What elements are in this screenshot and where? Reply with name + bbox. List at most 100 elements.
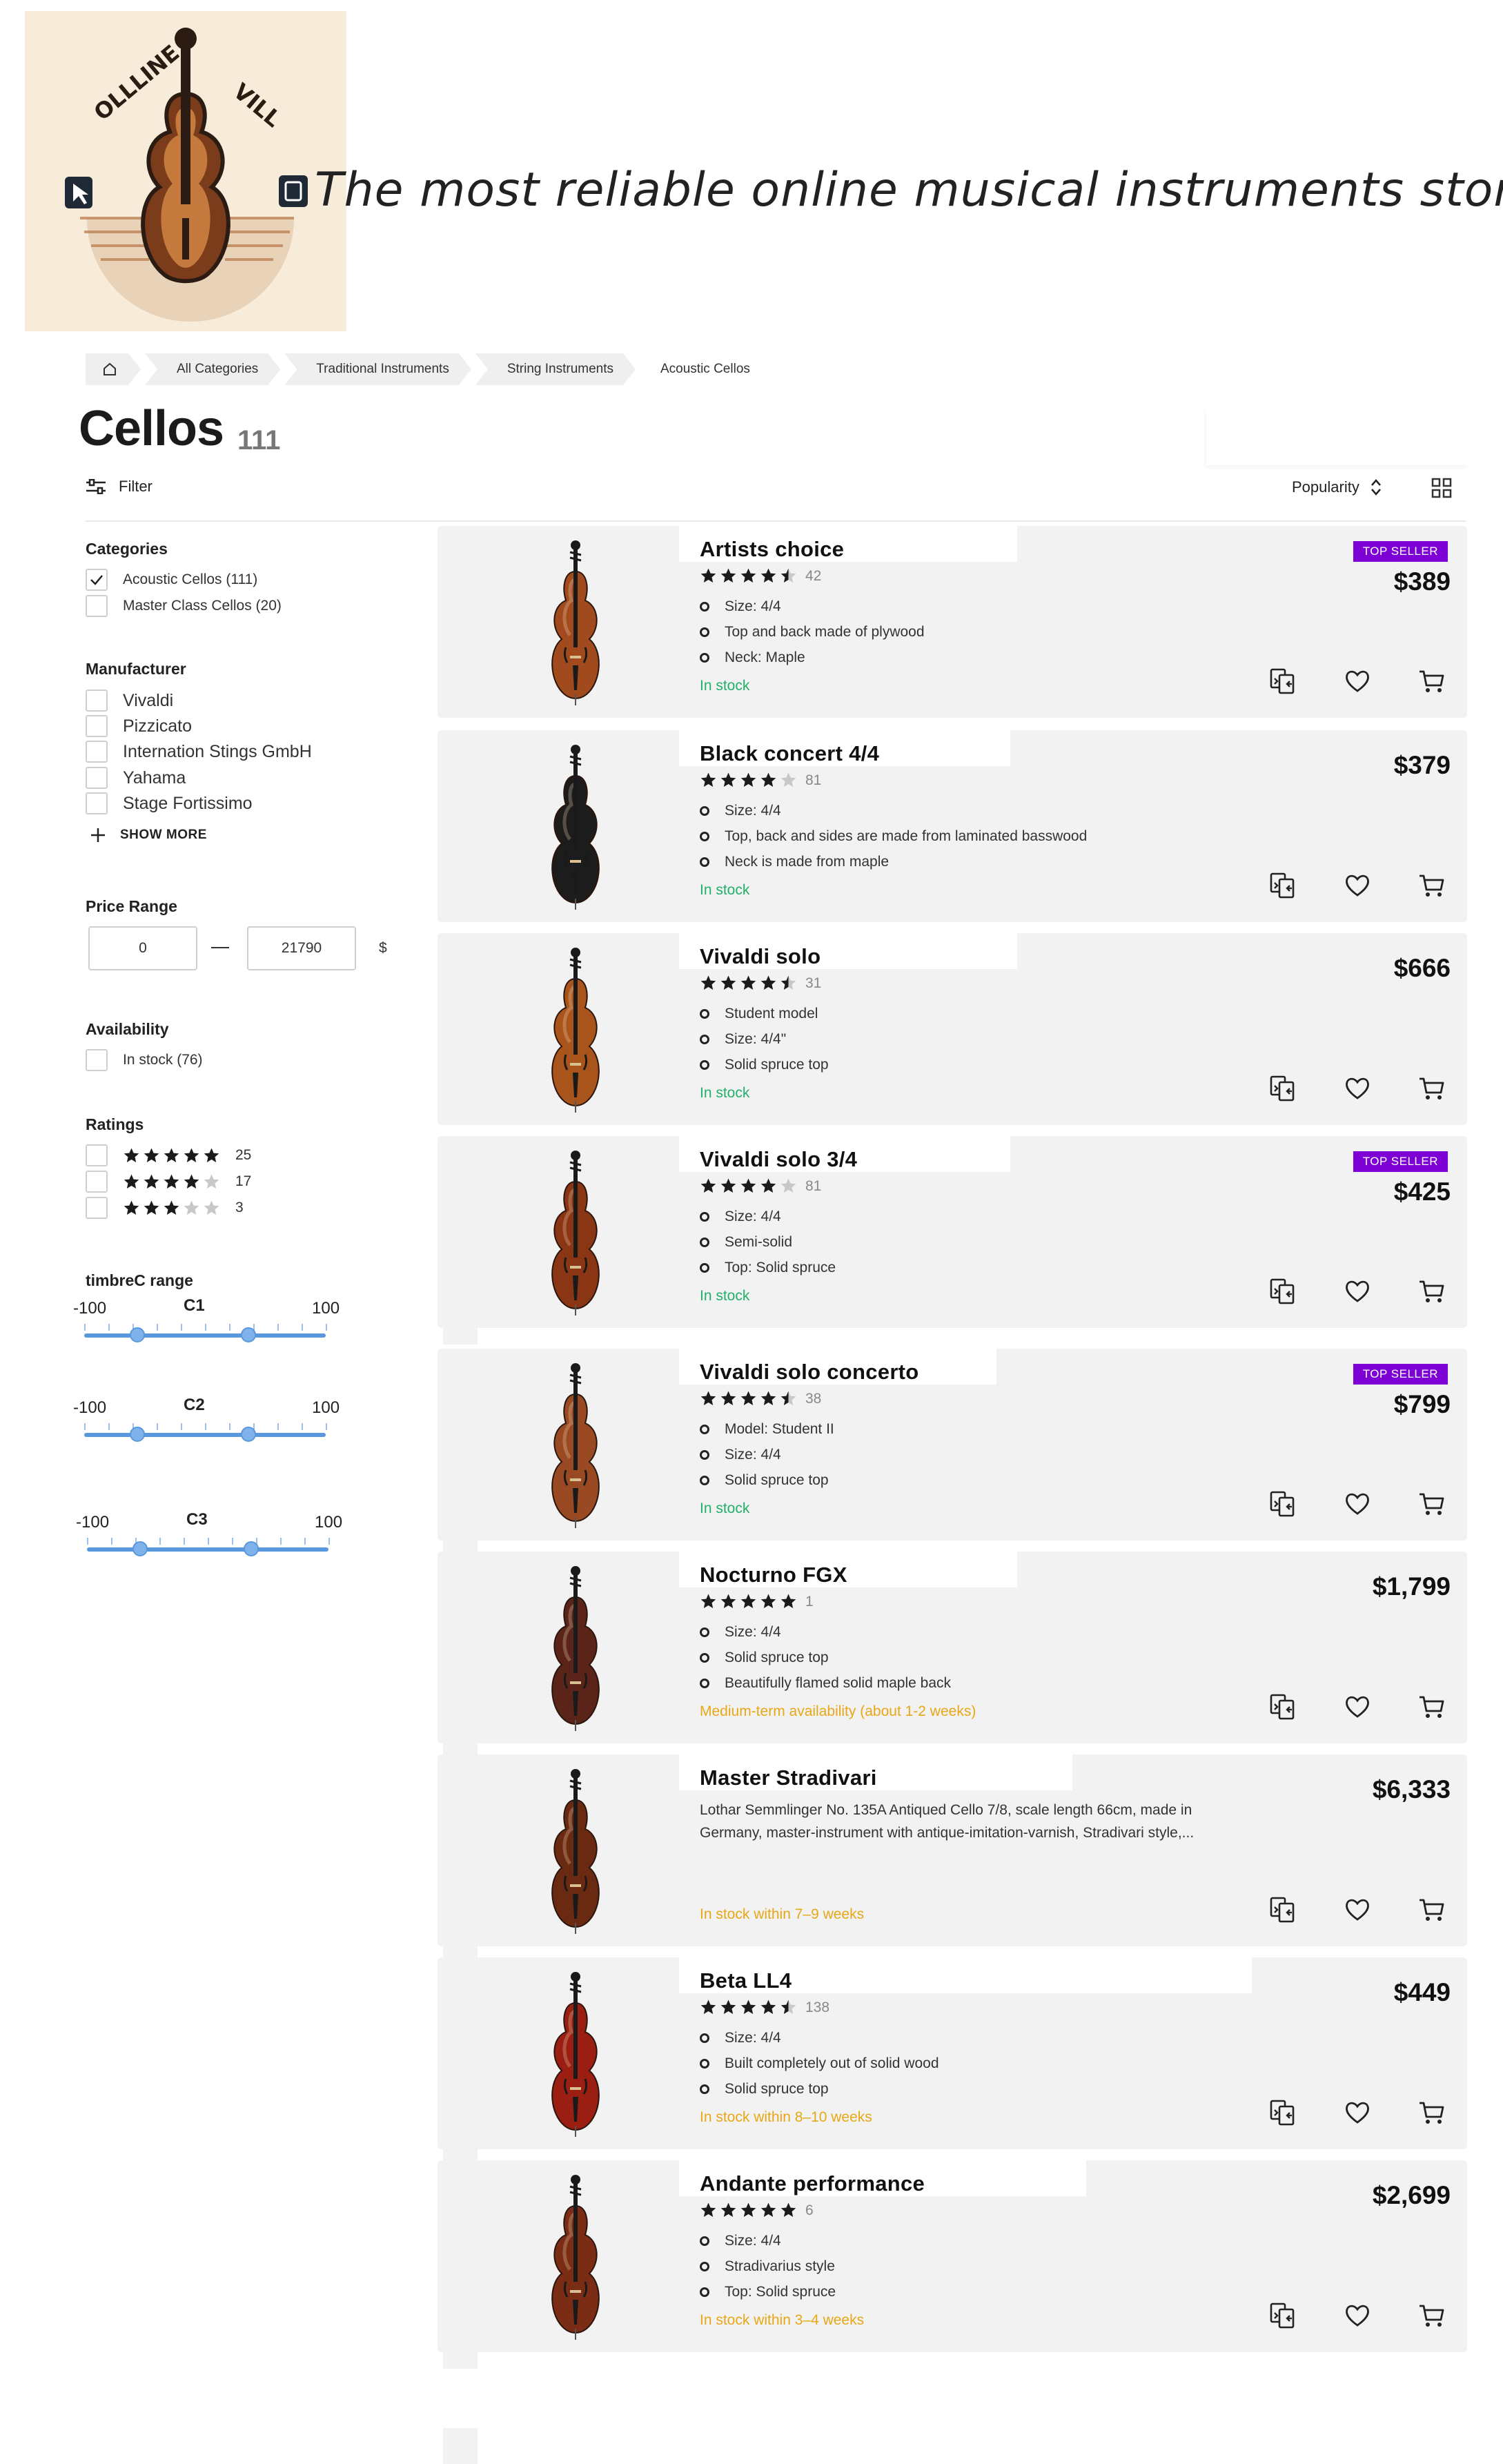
checkbox[interactable]: [86, 690, 108, 712]
product-image[interactable]: [520, 2171, 631, 2341]
product-card[interactable]: Andante performance 6 Size: 4/4 Stradivariu…: [438, 2156, 1467, 2352]
checkbox[interactable]: [86, 1171, 108, 1193]
product-card[interactable]: Artists choice 42 Size: 4/4 Top and back ma…: [438, 522, 1467, 718]
add-to-cart-button[interactable]: [1417, 1074, 1446, 1103]
product-name[interactable]: Andante performance: [700, 2171, 925, 2196]
timbre-slider-c1[interactable]: -100 C1 100: [73, 1296, 340, 1361]
wishlist-button[interactable]: [1343, 2301, 1372, 2330]
availability-option-in-stock[interactable]: In stock (76): [86, 1049, 203, 1071]
product-card[interactable]: Master Stradivari Lothar Semmlinger No. 1…: [438, 1750, 1467, 1946]
checkbox[interactable]: [86, 767, 108, 789]
product-card[interactable]: Vivaldi solo concerto 38 Model: Student II…: [438, 1345, 1467, 1541]
product-name[interactable]: Vivaldi solo 3/4: [700, 1147, 857, 1172]
product-name[interactable]: Vivaldi solo concerto: [700, 1360, 919, 1385]
slider-thumb-high[interactable]: [244, 1541, 259, 1556]
price-max-input[interactable]: 21790: [247, 926, 356, 970]
product-name[interactable]: Black concert 4/4: [700, 741, 879, 766]
slider-thumb-low[interactable]: [130, 1327, 145, 1342]
add-to-cart-button[interactable]: [1417, 667, 1446, 696]
compare-button[interactable]: [1268, 667, 1297, 696]
slider-track[interactable]: [84, 1333, 326, 1338]
add-to-cart-button[interactable]: [1417, 2098, 1446, 2127]
wishlist-button[interactable]: [1343, 871, 1372, 900]
rating-filter-5-stars[interactable]: 25: [86, 1144, 251, 1166]
checkbox[interactable]: [86, 1197, 108, 1219]
category-option-acoustic-cellos[interactable]: Acoustic Cellos (111): [86, 569, 257, 591]
product-name[interactable]: Vivaldi solo: [700, 944, 821, 969]
wishlist-button[interactable]: [1343, 1489, 1372, 1518]
rating-filter-3-stars[interactable]: 3: [86, 1197, 244, 1219]
product-card[interactable]: Vivaldi solo 3/4 81 Size: 4/4 Semi-solid Top…: [438, 1132, 1467, 1328]
top-seller-badge: TOP SELLER: [1353, 1364, 1448, 1385]
wishlist-button[interactable]: [1343, 2098, 1372, 2127]
compare-button[interactable]: [1268, 1489, 1297, 1518]
product-card[interactable]: Black concert 4/4 81 Size: 4/4 Top, back an…: [438, 726, 1467, 922]
timbre-slider-c2[interactable]: -100 C2 100: [73, 1396, 340, 1460]
compare-button[interactable]: [1268, 1692, 1297, 1721]
wishlist-button[interactable]: [1343, 1277, 1372, 1306]
product-image[interactable]: [520, 741, 631, 911]
compare-button[interactable]: [1268, 1074, 1297, 1103]
add-to-cart-button[interactable]: [1417, 2301, 1446, 2330]
product-name[interactable]: Master Stradivari: [700, 1766, 877, 1790]
slider-track[interactable]: [87, 1547, 328, 1552]
compare-button[interactable]: [1268, 871, 1297, 900]
price-min-input[interactable]: 0: [88, 926, 197, 970]
wishlist-button[interactable]: [1343, 1895, 1372, 1924]
show-more-button[interactable]: SHOW MORE: [90, 827, 207, 843]
slider-thumb-low[interactable]: [130, 1427, 145, 1442]
manufacturer-option-yahama[interactable]: Yahama: [86, 767, 186, 789]
product-image[interactable]: [520, 944, 631, 1114]
slider-thumb-high[interactable]: [241, 1427, 256, 1442]
slider-thumb-high[interactable]: [241, 1327, 256, 1342]
product-image[interactable]: [520, 537, 631, 707]
compare-button[interactable]: [1268, 1277, 1297, 1306]
add-to-cart-button[interactable]: [1417, 1895, 1446, 1924]
breadcrumb-home[interactable]: [86, 353, 141, 385]
checkbox[interactable]: [86, 741, 108, 763]
breadcrumb-traditional-instruments[interactable]: Traditional Instruments: [284, 353, 471, 385]
product-image[interactable]: [520, 1360, 631, 1529]
product-card[interactable]: Nocturno FGX 1 Size: 4/4 Solid spruce top Be…: [438, 1547, 1467, 1743]
checkbox[interactable]: [86, 595, 108, 617]
product-image[interactable]: [520, 1147, 631, 1317]
category-option-master-class[interactable]: Master Class Cellos (20): [86, 595, 282, 617]
compare-button[interactable]: [1268, 2301, 1297, 2330]
checkbox[interactable]: [86, 1049, 108, 1071]
product-name[interactable]: Beta LL4: [700, 1968, 792, 1993]
product-name[interactable]: Artists choice: [700, 537, 844, 562]
product-name[interactable]: Nocturno FGX: [700, 1563, 847, 1587]
checkbox-checked[interactable]: [86, 569, 108, 591]
compare-button[interactable]: [1268, 1895, 1297, 1924]
rating-filter-4-stars[interactable]: 17: [86, 1171, 251, 1193]
product-card[interactable]: Vivaldi solo 31 Student model Size: 4/4" Sol…: [438, 929, 1467, 1125]
manufacturer-option-vivaldi[interactable]: Vivaldi: [86, 690, 173, 712]
product-image[interactable]: [520, 1766, 631, 1935]
add-to-cart-button[interactable]: [1417, 871, 1446, 900]
manufacturer-option-stage-fortissimo[interactable]: Stage Fortissimo: [86, 792, 253, 814]
add-to-cart-button[interactable]: [1417, 1277, 1446, 1306]
breadcrumb-all-categories[interactable]: All Categories: [145, 353, 280, 385]
add-to-cart-button[interactable]: [1417, 1489, 1446, 1518]
checkbox[interactable]: [86, 715, 108, 737]
compare-button[interactable]: [1268, 2098, 1297, 2127]
sort-dropdown[interactable]: Popularity: [1292, 478, 1383, 497]
wishlist-button[interactable]: [1343, 667, 1372, 696]
breadcrumb-string-instruments[interactable]: String Instruments: [475, 353, 636, 385]
product-image[interactable]: [520, 1563, 631, 1732]
wishlist-button[interactable]: [1343, 1074, 1372, 1103]
slider-thumb-low[interactable]: [132, 1541, 148, 1556]
timbre-slider-c3[interactable]: -100 C3 100: [76, 1510, 342, 1575]
checkbox[interactable]: [86, 792, 108, 814]
slider-track[interactable]: [84, 1433, 326, 1437]
filter-button[interactable]: Filter: [86, 478, 153, 496]
store-logo[interactable]: OLLLINE VILL: [25, 11, 346, 331]
manufacturer-option-internation-stings[interactable]: Internation Stings GmbH: [86, 741, 312, 763]
manufacturer-option-pizzicato[interactable]: Pizzicato: [86, 715, 192, 737]
grid-view-button[interactable]: [1431, 478, 1452, 502]
product-card[interactable]: Beta LL4 138 Size: 4/4 Built completely out…: [438, 1953, 1467, 2149]
wishlist-button[interactable]: [1343, 1692, 1372, 1721]
checkbox[interactable]: [86, 1144, 108, 1166]
add-to-cart-button[interactable]: [1417, 1692, 1446, 1721]
product-image[interactable]: [520, 1968, 631, 2138]
